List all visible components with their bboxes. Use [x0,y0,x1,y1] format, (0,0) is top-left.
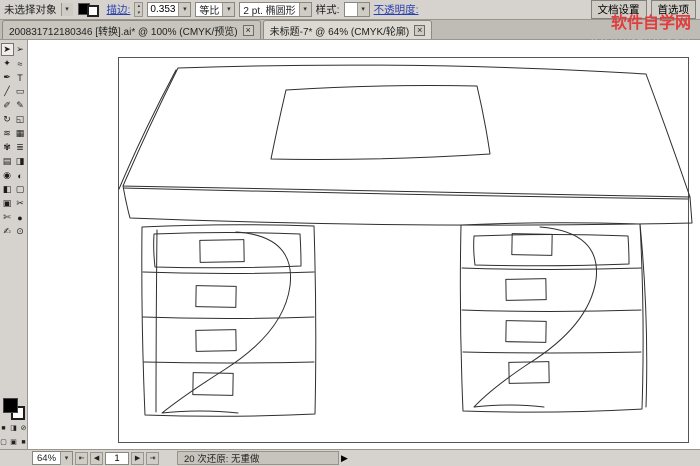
chevron-down-icon[interactable]: ▾ [299,3,311,16]
crop-area-tool[interactable]: ▣ [1,197,14,210]
gradient-button[interactable]: ◨ [10,424,18,433]
stroke-width-dropdown: ▾ [147,2,191,17]
control-bar: 未选择对象 ▾ 描边: ▴ ▾ ▾ 等比 ▾ 2 pt. 椭圆形 ▾ 样式: ▾… [0,0,700,20]
fill-swatch[interactable] [3,398,18,413]
rotate-tool[interactable]: ↻ [1,113,14,126]
next-artboard-button[interactable]: ▶ [131,452,144,465]
document-setup-button[interactable]: 文档设置 [591,0,647,19]
warp-tool[interactable]: ≋ [1,127,14,140]
gradient-tool[interactable]: ◨ [14,155,27,168]
stroke-color-swatch[interactable] [87,5,99,17]
color-button[interactable]: ■ [0,424,8,433]
blob-brush-tool[interactable]: ● [14,211,27,224]
line-segment-tool[interactable]: ╱ [1,85,14,98]
scale-tool[interactable]: ◱ [14,113,27,126]
document-tab-2[interactable]: 未标题-7* @ 64% (CMYK/轮廓) × [263,20,433,39]
artboard-number-field[interactable] [105,452,129,465]
type-tool[interactable]: T [14,71,27,84]
main-area: ➤ ➢ ✦ ≈ ✒ T ╱ ▭ ✐ ✎ ↻ ◱ ≋ ▦ ✾ ≣ ▤ ◨ ◉ ◐ [0,40,700,449]
slice-tool[interactable]: ✂ [14,197,27,210]
status-readout[interactable]: 20 次还原: 无重做 [177,451,339,465]
stepper-up-icon[interactable]: ▴ [135,3,142,10]
pencil-tool[interactable]: ✎ [14,99,27,112]
tool-grid: ➤ ➢ ✦ ≈ ✒ T ╱ ▭ ✐ ✎ ↻ ◱ ≋ ▦ ✾ ≣ ▤ ◨ ◉ ◐ [1,43,27,239]
menu-screen-mode-button[interactable]: ▣ [10,438,18,447]
chevron-down-icon[interactable]: ▾ [357,3,369,16]
tab-title: 未标题-7* @ 64% (CMYK/轮廓) [270,23,410,38]
pen-tool[interactable]: ✒ [1,71,14,84]
desk-sketch [28,40,700,449]
document-tab-bar: 200831712180346 [转换].ai* @ 100% (CMYK/预览… [0,20,700,40]
rectangle-tool[interactable]: ▭ [14,85,27,98]
direct-selection-tool[interactable]: ➢ [14,43,27,56]
opacity-label[interactable]: 不透明度: [374,2,419,17]
paintbrush-tool[interactable]: ✐ [1,99,14,112]
scissors-tool[interactable]: ✄ [1,211,14,224]
chevron-down-icon[interactable]: ▾ [222,3,234,16]
zoom-tool[interactable]: ⊙ [14,225,27,238]
none-button[interactable]: ⊘ [20,424,28,433]
illustrator-window: 未选择对象 ▾ 描边: ▴ ▾ ▾ 等比 ▾ 2 pt. 椭圆形 ▾ 样式: ▾… [0,0,700,466]
style-dropdown[interactable]: ▾ [344,2,370,17]
preferences-button[interactable]: 首选项 [651,0,697,19]
last-artboard-button[interactable]: ⇥ [146,452,159,465]
chevron-down-icon[interactable]: ▾ [178,3,190,16]
brush-definition-dropdown[interactable]: 2 pt. 椭圆形 ▾ [239,2,311,17]
first-artboard-button[interactable]: ⇤ [75,452,88,465]
magic-wand-tool[interactable]: ✦ [1,57,14,70]
status-bar: 64% ▾ ⇤ ◀ ▶ ⇥ 20 次还原: 无重做 ▶ [0,449,700,466]
stroke-label[interactable]: 描边: [107,2,131,17]
full-screen-mode-button[interactable]: ■ [20,438,28,447]
fill-stroke-indicator [2,397,26,421]
chevron-down-icon[interactable]: ▾ [60,452,72,465]
symbol-sprayer-tool[interactable]: ✾ [1,141,14,154]
fill-stroke-controls [77,2,103,18]
screen-mode-row: ▢ ▣ ■ [0,438,28,447]
status-expander-icon[interactable]: ▶ [341,453,353,464]
lasso-tool[interactable]: ≈ [14,57,27,70]
free-transform-tool[interactable]: ▦ [14,127,27,140]
graph-tool[interactable]: ≣ [14,141,27,154]
live-paint-selection-tool[interactable]: ▢ [14,183,27,196]
stroke-width-input[interactable] [148,4,178,16]
brush-definition-value: 2 pt. 椭圆形 [240,2,298,17]
mesh-tool[interactable]: ▤ [1,155,14,168]
stroke-width-stepper[interactable]: ▴ ▾ [134,2,143,17]
zoom-level: 64% [33,453,60,464]
close-icon[interactable]: × [243,25,254,36]
zoom-select[interactable]: 64% ▾ [32,451,73,465]
width-profile-value: 等比 [196,2,222,17]
canvas[interactable] [28,40,700,449]
document-tab-1[interactable]: 200831712180346 [转换].ai* @ 100% (CMYK/预览… [2,20,261,39]
selection-tool[interactable]: ➤ [1,43,14,56]
previous-artboard-button[interactable]: ◀ [90,452,103,465]
paint-mode-row: ■ ◨ ⊘ [0,424,28,433]
live-paint-bucket-tool[interactable]: ◧ [1,183,14,196]
tab-title: 200831712180346 [转换].ai* @ 100% (CMYK/预览… [9,23,238,38]
hand-tool[interactable]: ✍ [1,225,14,238]
normal-screen-mode-button[interactable]: ▢ [0,438,8,447]
artboard-outline [119,58,689,443]
selection-status: 未选择对象 [4,2,57,17]
chevron-down-icon[interactable]: ▾ [61,3,73,16]
stepper-down-icon[interactable]: ▾ [135,10,142,17]
style-label: 样式: [316,2,340,17]
width-profile-dropdown[interactable]: 等比 ▾ [195,2,235,17]
eyedropper-tool[interactable]: ◉ [1,169,14,182]
close-icon[interactable]: × [414,25,425,36]
tools-panel: ➤ ➢ ✦ ≈ ✒ T ╱ ▭ ✐ ✎ ↻ ◱ ≋ ▦ ✾ ≣ ▤ ◨ ◉ ◐ [0,40,28,449]
blend-tool[interactable]: ◐ [14,169,27,182]
status-text: 20 次还原: 无重做 [184,451,260,465]
